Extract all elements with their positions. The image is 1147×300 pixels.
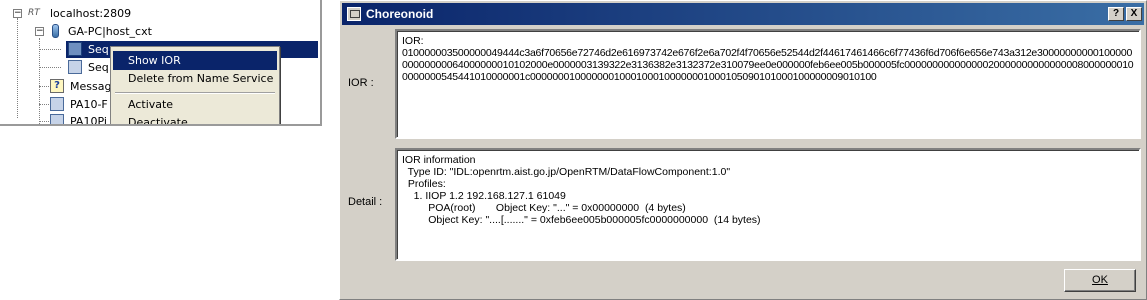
ok-button-label: OK <box>1092 274 1108 286</box>
tree-context-label: GA-PC|host_cxt <box>68 25 152 38</box>
collapse-icon[interactable]: − <box>13 9 22 18</box>
component-icon <box>50 114 64 124</box>
ior-label: IOR : <box>348 77 374 89</box>
dialog-titlebar[interactable]: Choreonoid ? X <box>342 3 1144 25</box>
ior-dialog: Choreonoid ? X IOR : IOR: 01000000350000… <box>339 0 1147 300</box>
rt-badge: RT <box>28 8 40 18</box>
component-icon <box>50 97 64 111</box>
component-icon <box>68 60 82 74</box>
detail-text-area[interactable]: IOR information Type ID: "IDL:openrtm.ai… <box>395 148 1141 261</box>
collapse-icon[interactable]: − <box>35 27 44 36</box>
menu-separator <box>115 92 275 94</box>
naming-context-icon <box>52 24 59 38</box>
detail-line: POA(root) Object Key: "..." = 0x00000000… <box>402 202 686 214</box>
help-button[interactable]: ? <box>1108 7 1124 21</box>
context-menu: Show IOR Delete from Name Service Activa… <box>110 46 280 124</box>
menu-item-deactivate[interactable]: Deactivate <box>113 113 277 124</box>
component-icon <box>68 42 82 56</box>
menu-item-show-ior[interactable]: Show IOR <box>113 51 277 70</box>
close-button[interactable]: X <box>1126 7 1142 21</box>
detail-line: 1. IIOP 1.2 192.168.127.1 61049 <box>402 190 566 202</box>
detail-line: Profiles: <box>402 178 446 190</box>
ok-button[interactable]: OK <box>1064 269 1136 292</box>
menu-item-activate[interactable]: Activate <box>113 95 277 114</box>
ior-heading: IOR: <box>402 35 424 47</box>
detail-line: Type ID: "IDL:openrtm.aist.go.jp/OpenRTM… <box>402 166 731 178</box>
app-icon <box>347 7 361 21</box>
detail-line: IOR information <box>402 154 476 166</box>
tree-item-label: Seq <box>88 61 109 74</box>
menu-item-delete-from-name-service[interactable]: Delete from Name Service <box>113 69 277 88</box>
detail-label: Detail : <box>348 196 383 208</box>
tree-item-label: PA10-F <box>70 98 108 111</box>
name-service-tree[interactable]: − RT localhost:2809 − GA-PC|host_cxt Seq… <box>0 0 322 126</box>
tree-root-row[interactable]: − RT localhost:2809 <box>0 5 320 22</box>
dialog-title: Choreonoid <box>366 7 434 21</box>
tree-item-label: Messag <box>70 80 112 93</box>
tree-root-label: localhost:2809 <box>50 7 132 20</box>
unknown-object-icon: ? <box>50 79 64 93</box>
tree-item-label: Seq <box>88 43 109 56</box>
tree-item-label: PA10Pi <box>70 115 107 126</box>
ior-value: 010000003500000049444c3a6f70656e72746d2e… <box>402 47 1134 83</box>
ior-text-area[interactable]: IOR: 010000003500000049444c3a6f70656e727… <box>395 29 1141 139</box>
tree-context-row[interactable]: − GA-PC|host_cxt <box>0 23 320 40</box>
detail-line: Object Key: "....[......." = 0xfeb6ee005… <box>402 214 761 226</box>
